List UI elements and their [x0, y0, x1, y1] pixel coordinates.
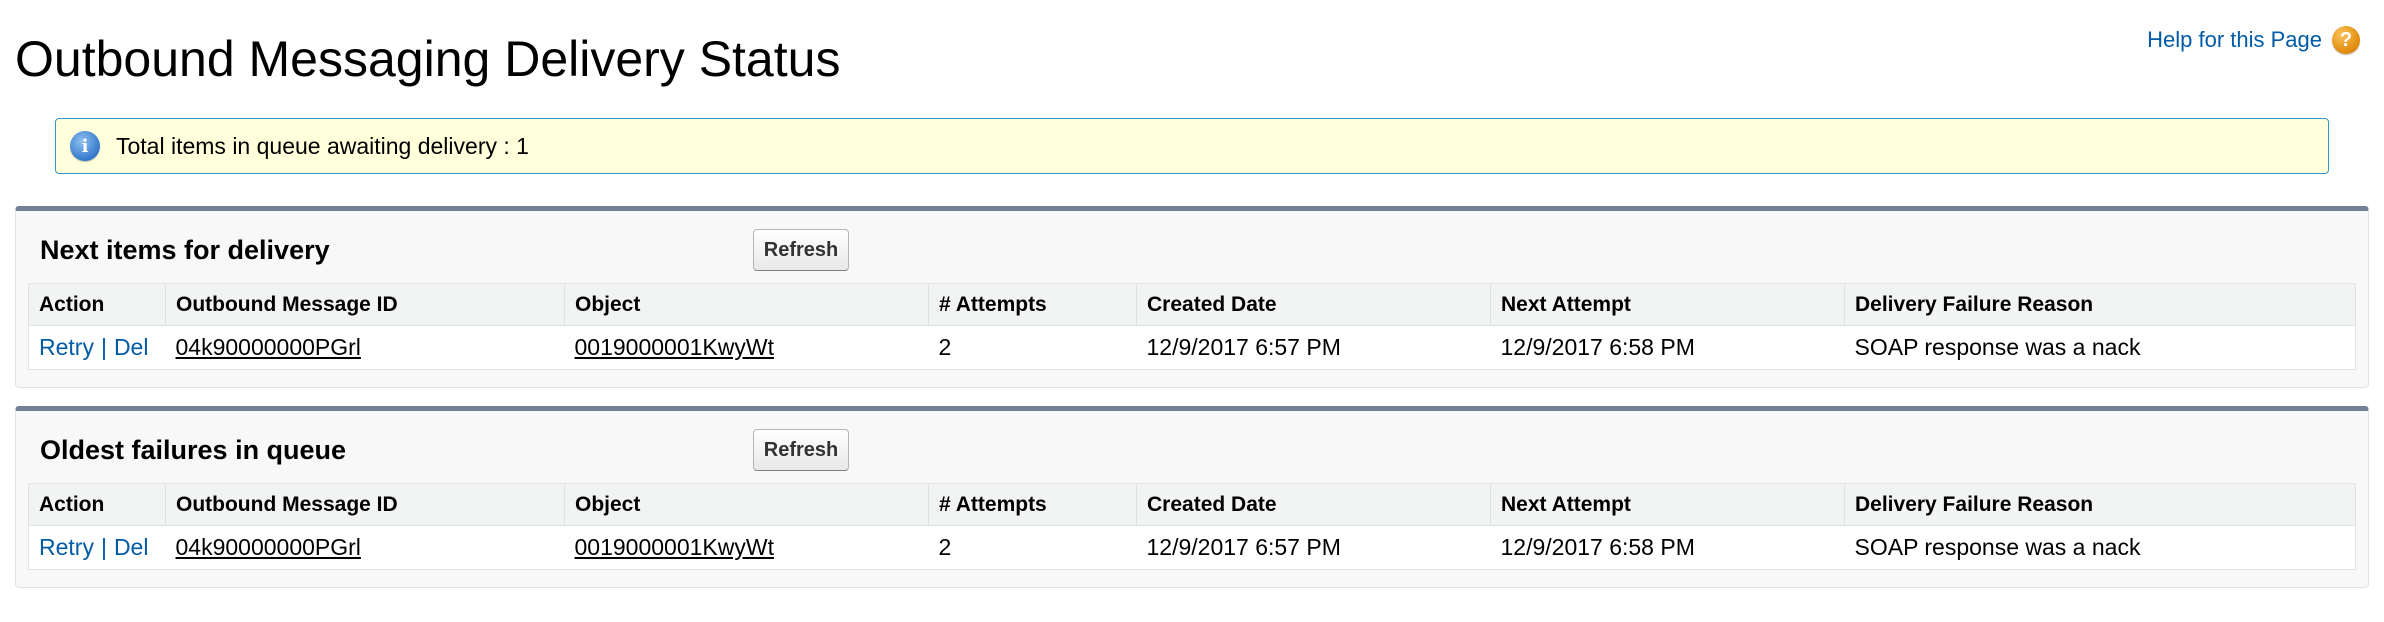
section-header: Oldest failures in queue Refresh — [16, 411, 2368, 483]
column-header-attempts: # Attempts — [928, 283, 1137, 326]
message-id-link[interactable]: 04k90000000PGrl — [176, 534, 361, 560]
section-title: Oldest failures in queue — [40, 435, 347, 465]
message-id-cell: 04k90000000PGrl — [166, 326, 565, 370]
created-date-cell: 12/9/2017 6:57 PM — [1146, 334, 1341, 360]
object-cell: 0019000001KwyWt — [565, 526, 929, 570]
action-separator: | — [100, 334, 107, 360]
object-link[interactable]: 0019000001KwyWt — [575, 534, 774, 560]
page-title: Outbound Messaging Delivery Status — [15, 31, 841, 87]
column-header-action: Action — [28, 483, 166, 526]
object-cell: 0019000001KwyWt — [565, 326, 929, 370]
delete-link[interactable]: Del — [114, 334, 149, 360]
failure-reason-cell: SOAP response was a nack — [1854, 334, 2141, 360]
column-header-message-id: Outbound Message ID — [165, 483, 565, 526]
object-link[interactable]: 0019000001KwyWt — [575, 334, 774, 360]
column-header-message-id: Outbound Message ID — [165, 283, 565, 326]
section-header: Next items for delivery Refresh — [16, 211, 2368, 283]
action-cell: Retry | Del — [29, 326, 166, 370]
column-header-created-date: Created Date — [1136, 483, 1491, 526]
action-separator: | — [100, 534, 107, 560]
help-link-label[interactable]: Help for this Page — [2147, 27, 2322, 53]
info-banner: i Total items in queue awaiting delivery… — [55, 118, 2329, 174]
delete-link[interactable]: Del — [114, 534, 149, 560]
column-header-created-date: Created Date — [1136, 283, 1491, 326]
queue-count-message: Total items in queue awaiting delivery :… — [116, 132, 529, 159]
attempts-cell: 2 — [938, 534, 952, 560]
section-title: Next items for delivery — [40, 235, 330, 265]
retry-link[interactable]: Retry — [39, 534, 94, 560]
column-header-failure-reason: Delivery Failure Reason — [1844, 283, 2356, 326]
info-icon: i — [70, 131, 100, 161]
table-header-row: Action Outbound Message ID Object # Atte… — [28, 283, 2356, 326]
column-header-next-attempt: Next Attempt — [1490, 483, 1845, 526]
message-id-link[interactable]: 04k90000000PGrl — [176, 334, 361, 360]
failures-table: Action Outbound Message ID Object # Atte… — [28, 483, 2356, 570]
table-row: Retry | Del 04k90000000PGrl 0019000001KwyW… — [29, 526, 2356, 570]
attempts-cell: 2 — [938, 334, 952, 360]
next-attempt-cell: 12/9/2017 6:58 PM — [1500, 334, 1695, 360]
page-header: Outbound Messaging Delivery Status Help … — [0, 0, 2384, 110]
message-id-cell: 04k90000000PGrl — [166, 526, 565, 570]
action-cell: Retry | Del — [29, 526, 166, 570]
table-header-row: Action Outbound Message ID Object # Atte… — [28, 483, 2356, 526]
delivery-table: Action Outbound Message ID Object # Atte… — [28, 283, 2356, 370]
retry-link[interactable]: Retry — [39, 334, 94, 360]
column-header-failure-reason: Delivery Failure Reason — [1844, 483, 2356, 526]
column-header-object: Object — [564, 283, 929, 326]
failure-reason-cell: SOAP response was a nack — [1854, 534, 2141, 560]
question-icon[interactable]: ? — [2332, 26, 2360, 54]
created-date-cell: 12/9/2017 6:57 PM — [1146, 534, 1341, 560]
column-header-attempts: # Attempts — [928, 483, 1137, 526]
refresh-button[interactable]: Refresh — [753, 229, 849, 271]
column-header-object: Object — [564, 483, 929, 526]
refresh-button[interactable]: Refresh — [753, 429, 849, 471]
help-link[interactable]: Help for this Page ? — [2147, 26, 2360, 54]
oldest-failures-section: Oldest failures in queue Refresh Action … — [15, 406, 2369, 588]
column-header-action: Action — [28, 283, 166, 326]
next-attempt-cell: 12/9/2017 6:58 PM — [1500, 534, 1695, 560]
table-row: Retry | Del 04k90000000PGrl 0019000001KwyW… — [29, 326, 2356, 370]
next-items-section: Next items for delivery Refresh Action O… — [15, 206, 2369, 388]
column-header-next-attempt: Next Attempt — [1490, 283, 1845, 326]
